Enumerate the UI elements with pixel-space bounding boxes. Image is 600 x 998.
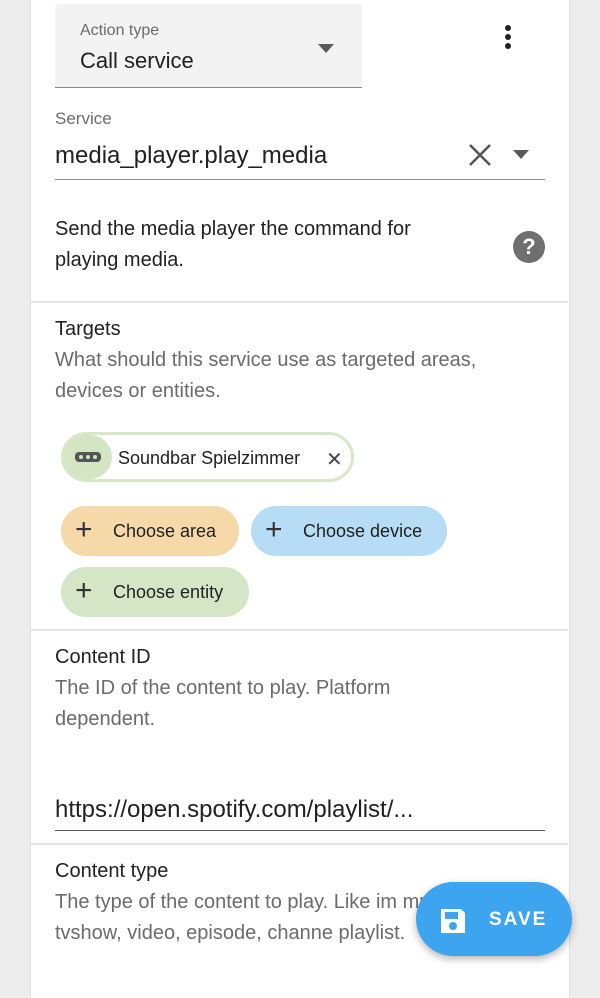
save-icon [441,909,465,933]
service-value[interactable]: media_player.play_media [55,142,327,170]
content-id-description: The ID of the content to play. Platform … [55,677,391,730]
choose-device-button[interactable]: + Choose device [251,506,447,556]
clear-icon[interactable] [467,142,493,168]
help-icon[interactable]: ? [513,231,545,263]
chevron-down-icon [318,44,334,53]
choose-area-label: Choose area [113,521,217,541]
content-id-input[interactable]: https://open.spotify.com/playlist/... [55,790,545,831]
divider [31,301,568,303]
chip-label: Soundbar Spielzimmer [118,448,301,468]
divider [31,843,568,845]
target-chip-soundbar[interactable]: Soundbar Spielzimmer ✕ [61,432,354,482]
more-options-icon[interactable] [494,22,522,58]
soundbar-icon [64,435,112,479]
save-label: SAVE [489,909,548,930]
close-icon[interactable]: ✕ [326,447,343,472]
choose-device-label: Choose device [303,521,423,541]
chevron-down-icon[interactable] [513,150,529,160]
targets-description: What should this service use as targeted… [55,349,477,402]
targets-title: Targets [55,318,121,340]
plus-icon: + [75,574,93,607]
plus-icon: + [265,513,283,546]
action-type-select[interactable]: Action type Call service [55,4,362,88]
choose-area-button[interactable]: + Choose area [61,506,239,556]
content-type-description: The type of the content to play. Like im… [55,891,461,944]
save-button[interactable]: SAVE [416,882,572,956]
content-id-title: Content ID [55,646,151,668]
action-type-value: Call service [80,48,194,73]
service-label: Service [55,109,112,128]
plus-icon: + [75,513,93,546]
service-field[interactable]: Service media_player.play_media [55,104,545,180]
choose-entity-label: Choose entity [113,582,224,602]
choose-entity-button[interactable]: + Choose entity [61,567,249,617]
content-id-value[interactable]: https://open.spotify.com/playlist/... [55,796,413,824]
action-type-label: Action type [80,22,160,39]
service-description: Send the media player the command for pl… [55,218,411,271]
content-type-title: Content type [55,860,169,882]
divider [31,629,568,631]
